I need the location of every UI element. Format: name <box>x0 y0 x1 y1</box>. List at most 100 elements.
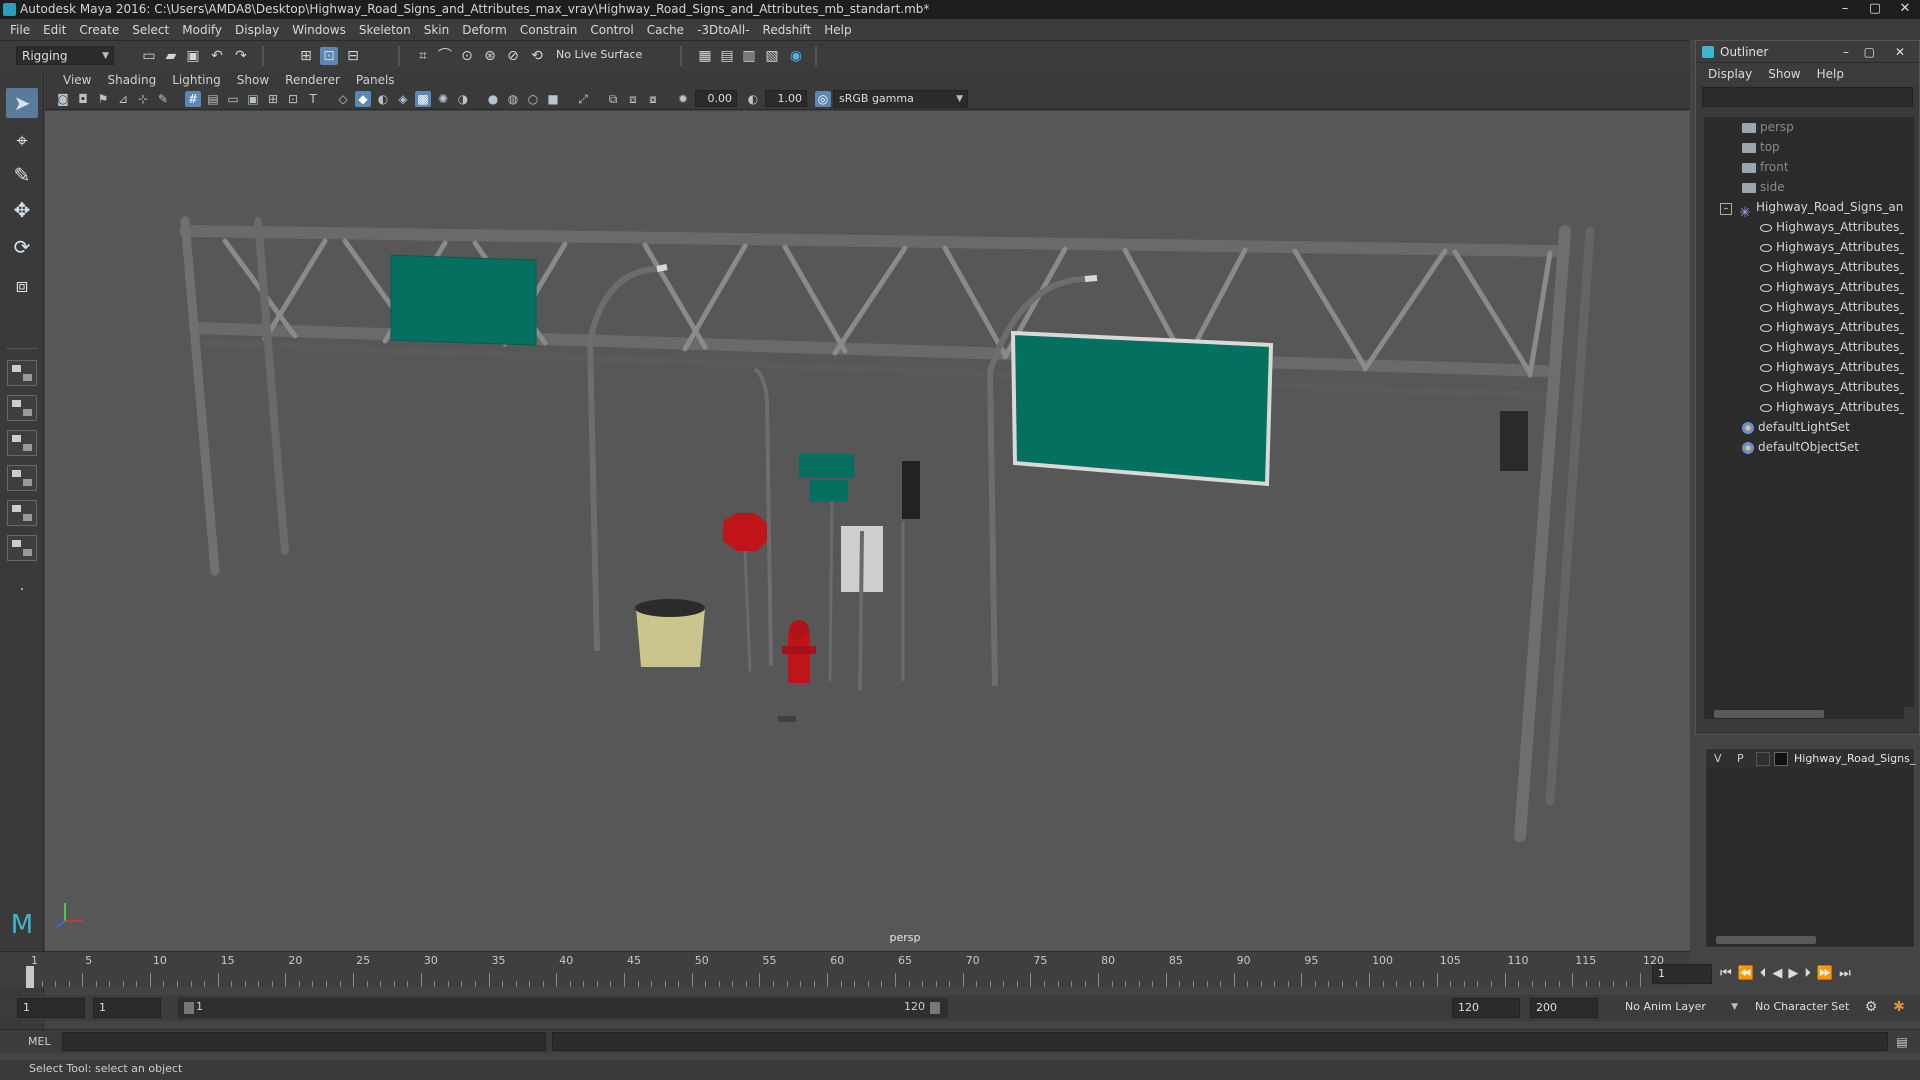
gamma-field[interactable]: 1.00 <box>765 90 807 107</box>
select-hierarchy-icon[interactable]: ⊞ <box>297 47 315 65</box>
viewport-menu-lighting[interactable]: Lighting <box>164 73 229 87</box>
menu-constrain[interactable]: Constrain <box>516 23 587 37</box>
xray-icon[interactable]: ⧉ <box>605 91 621 107</box>
open-scene-icon[interactable]: ▰ <box>162 47 180 65</box>
outliner-horizontal-scrollbar[interactable] <box>1704 709 1904 719</box>
play-backward-icon[interactable]: ◀ <box>1772 966 1782 981</box>
menu-modify[interactable]: Modify <box>178 23 231 37</box>
layer-name[interactable]: Highway_Road_Signs_ <box>1794 749 1915 769</box>
outliner-close-icon[interactable]: ✕ <box>1895 41 1905 63</box>
layer-horizontal-scrollbar[interactable] <box>1706 935 1914 945</box>
outliner-item-group[interactable]: – ✳ Highway_Road_Signs_and <box>1720 197 1904 221</box>
save-scene-icon[interactable]: ▣ <box>184 47 202 65</box>
resolution-gate-icon[interactable]: ▭ <box>225 91 241 107</box>
command-input[interactable] <box>62 1032 546 1051</box>
outliner-item-persp[interactable]: persp <box>1742 117 1794 137</box>
layer-reference-toggle[interactable] <box>1756 752 1770 766</box>
gamma-icon[interactable]: ◐ <box>745 91 761 107</box>
colorspace-dropdown[interactable]: sRGB gamma ▼ <box>833 90 968 108</box>
range-slider-handle-right[interactable] <box>930 1002 940 1014</box>
viewport-menu-shading[interactable]: Shading <box>99 73 164 87</box>
hypershade-icon[interactable]: ▧ <box>763 47 781 65</box>
xray-joints-icon[interactable]: ⧈ <box>625 91 641 107</box>
wireframe-icon[interactable]: ◇ <box>335 91 351 107</box>
outliner-item-mesh[interactable]: Highways_Attributes_l <box>1760 357 1904 377</box>
current-frame-field[interactable]: 1 <box>1652 964 1712 984</box>
range-slider[interactable]: 1 120 <box>178 998 948 1018</box>
snap-point-icon[interactable]: ⊙ <box>458 47 476 65</box>
outliner-item-mesh[interactable]: Highways_Attributes_s <box>1760 237 1904 257</box>
outliner-item-set[interactable]: defaultLightSet <box>1742 417 1850 437</box>
snap-curve-icon[interactable]: ⌒ <box>436 47 454 65</box>
close-button[interactable]: ✕ <box>1890 0 1920 19</box>
camera-select-icon[interactable]: ◙ <box>55 91 71 107</box>
outliner-item-top[interactable]: top <box>1742 137 1780 157</box>
safe-title-icon[interactable]: T <box>305 91 321 107</box>
anim-layer-dropdown[interactable]: No Anim Layer ▼ <box>1620 998 1742 1018</box>
outliner-item-mesh[interactable]: Highways_Attributes_f <box>1760 337 1904 357</box>
safe-action-icon[interactable]: ⊡ <box>285 91 301 107</box>
scale-tool-icon[interactable]: ⧈ <box>6 270 38 300</box>
paint-select-tool-icon[interactable]: ✎ <box>6 160 38 190</box>
layer-playback-toggle[interactable]: P <box>1737 749 1744 769</box>
wireframe-on-shaded-icon[interactable]: ◈ <box>395 91 411 107</box>
outliner-layout-icon[interactable] <box>7 500 37 526</box>
script-language-label[interactable]: MEL <box>28 1035 51 1048</box>
scrollbar-thumb[interactable] <box>1714 710 1824 718</box>
script-editor-icon[interactable]: ▤ <box>1893 1033 1911 1051</box>
single-perspective-layout-icon[interactable] <box>7 360 37 386</box>
viewport-menu-view[interactable]: View <box>55 73 99 87</box>
character-set-dropdown[interactable]: No Character Set <box>1750 998 1865 1018</box>
use-all-lights-icon[interactable]: ✺ <box>435 91 451 107</box>
outliner-item-mesh[interactable]: Highways_Attributes_t <box>1760 297 1904 317</box>
menu-file[interactable]: File <box>6 23 39 37</box>
outliner-filter-input[interactable] <box>1702 87 1913 107</box>
play-forward-icon[interactable]: ▶ <box>1788 966 1798 981</box>
persp-outliner-layout-icon[interactable] <box>7 430 37 456</box>
grease-pencil-icon[interactable]: ✎ <box>155 91 171 107</box>
step-back-key-icon[interactable]: ⏪ <box>1738 966 1754 981</box>
menu-help[interactable]: Help <box>820 23 860 37</box>
time-slider[interactable]: 1 5 10 15 20 25 30 35 40 45 50 55 60 65 70 75 80 85 90 95 10… <box>0 951 1712 988</box>
anti-aliasing-icon[interactable]: ○ <box>525 91 541 107</box>
viewport-menu-panels[interactable]: Panels <box>348 73 403 87</box>
menu-control[interactable]: Control <box>586 23 642 37</box>
persp-graph-layout-icon[interactable] <box>7 465 37 491</box>
menu-select[interactable]: Select <box>128 23 178 37</box>
select-component-icon[interactable]: ⊟ <box>344 47 362 65</box>
layer-row[interactable]: V P Highway_Road_Signs_ <box>1706 749 1915 769</box>
shadows-icon[interactable]: ◑ <box>455 91 471 107</box>
ipr-render-icon[interactable]: ▤ <box>718 47 736 65</box>
menu-cache[interactable]: Cache <box>643 23 693 37</box>
current-time-indicator[interactable] <box>26 966 34 988</box>
layer-color-swatch[interactable] <box>1774 752 1788 766</box>
select-tool-icon[interactable]: ➤ <box>6 88 38 118</box>
film-gate-icon[interactable]: ▤ <box>205 91 221 107</box>
step-forward-frame-icon[interactable]: ⏵ <box>1804 966 1811 981</box>
outliner-menu-help[interactable]: Help <box>1817 67 1860 81</box>
maximize-button[interactable]: ▢ <box>1860 0 1890 19</box>
camera-attributes-icon[interactable]: ◘ <box>75 91 91 107</box>
menu-skin[interactable]: Skin <box>420 23 459 37</box>
live-surface-label[interactable]: No Live Surface <box>556 48 642 61</box>
bookmark-icon[interactable]: ⚑ <box>95 91 111 107</box>
go-to-end-icon[interactable]: ⏭ <box>1839 966 1851 981</box>
menuset-dropdown[interactable]: Rigging ▼ <box>16 46 114 65</box>
outliner-maximize-icon[interactable]: ▢ <box>1864 41 1875 63</box>
depth-of-field-icon[interactable]: ■ <box>545 91 561 107</box>
step-back-frame-icon[interactable]: ⏴ <box>1760 966 1767 981</box>
exposure-icon[interactable]: ✹ <box>675 91 691 107</box>
range-slider-handle-left[interactable] <box>184 1002 194 1014</box>
menu-display[interactable]: Display <box>231 23 288 37</box>
move-tool-icon[interactable]: ✥ <box>6 195 38 225</box>
minimize-button[interactable]: – <box>1830 0 1860 19</box>
menu-skeleton[interactable]: Skeleton <box>355 23 420 37</box>
use-default-material-icon[interactable]: ◐ <box>375 91 391 107</box>
go-to-start-icon[interactable]: ⏮ <box>1720 966 1732 981</box>
motion-blur-icon[interactable]: ◍ <box>505 91 521 107</box>
key-icon[interactable]: ⚙ <box>1862 998 1880 1016</box>
viewport-menu-renderer[interactable]: Renderer <box>277 73 348 87</box>
viewport-menu-show[interactable]: Show <box>229 73 277 87</box>
render-current-frame-icon[interactable]: ▦ <box>696 47 714 65</box>
outliner-item-front[interactable]: front <box>1742 157 1789 177</box>
